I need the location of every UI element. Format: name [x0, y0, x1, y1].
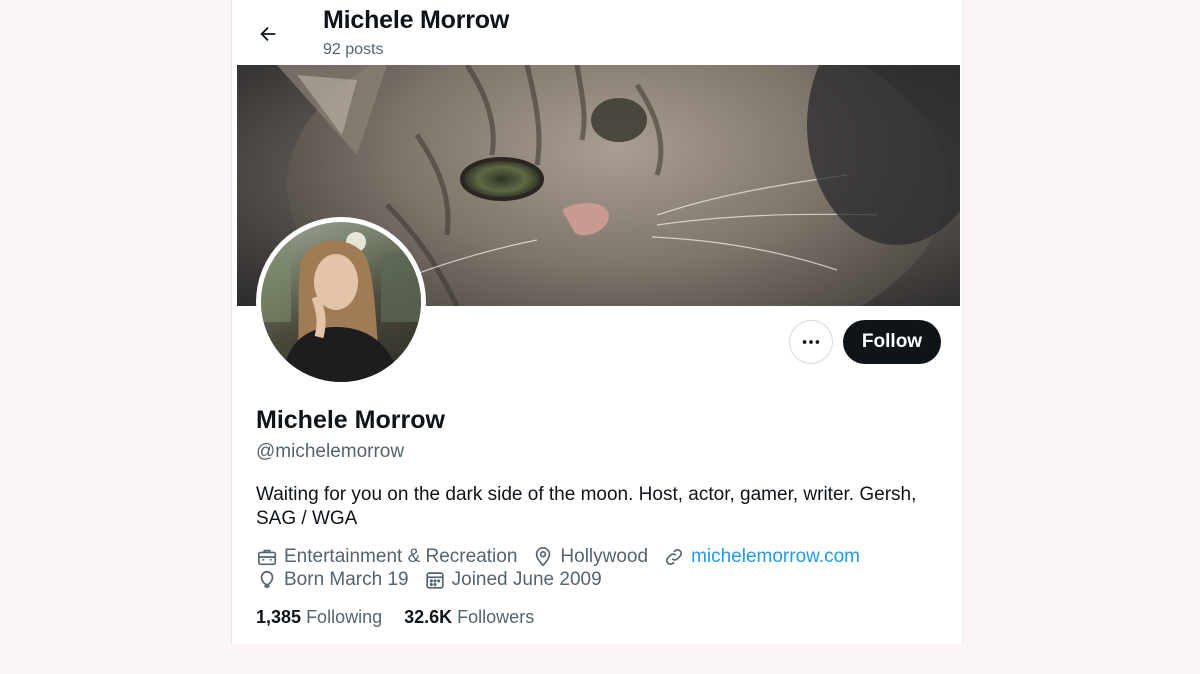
back-button[interactable]	[250, 16, 286, 52]
more-options-button[interactable]	[789, 320, 833, 364]
follow-button[interactable]: Follow	[843, 320, 941, 364]
link-icon	[666, 548, 683, 566]
followers-label: Followers	[457, 607, 535, 627]
birthday-text: Born March 19	[284, 569, 409, 590]
profile-panel: Michele Morrow 92 posts Follow Michele M…	[231, 0, 963, 644]
avatar-photo	[261, 222, 421, 382]
profile-meta-row-2: Born March 19 Joined June 2009	[256, 569, 617, 591]
profile-bio: Waiting for you on the dark side of the …	[256, 484, 917, 529]
calendar-icon	[426, 572, 444, 589]
website-link[interactable]: michelemorrow.com	[691, 546, 860, 568]
birthday-item: Born March 19	[256, 569, 409, 591]
header-title: Michele Morrow	[323, 6, 510, 34]
balloon-icon	[260, 570, 274, 589]
joined-text: Joined June 2009	[451, 569, 602, 590]
more-horizontal-icon	[802, 340, 820, 344]
location-text: Hollywood	[560, 546, 649, 567]
location-pin-icon	[536, 547, 551, 567]
category-text: Entertainment & Recreation	[284, 546, 518, 567]
followers-link[interactable]: 32.6K Followers	[404, 607, 534, 628]
display-name: Michele Morrow	[256, 406, 445, 434]
joined-item: Joined June 2009	[424, 569, 602, 591]
following-link[interactable]: 1,385 Following	[256, 607, 382, 628]
website-item[interactable]: michelemorrow.com	[663, 546, 860, 568]
profile-meta-row-1: Entertainment & Recreation Hollywood mic…	[256, 546, 875, 568]
arrow-left-icon	[260, 26, 276, 42]
posts-count: 92 posts	[323, 41, 384, 58]
briefcase-icon	[257, 549, 277, 566]
following-label: Following	[306, 607, 383, 627]
location-item: Hollywood	[532, 546, 648, 568]
profile-header: Michele Morrow 92 posts	[232, 0, 962, 64]
user-handle: @michelemorrow	[256, 441, 405, 462]
following-count: 1,385	[256, 607, 302, 627]
category-item: Entertainment & Recreation	[256, 546, 517, 568]
profile-avatar[interactable]	[256, 217, 426, 387]
follow-stats: 1,385 Following 32.6K Followers	[256, 607, 556, 628]
followers-count: 32.6K	[404, 607, 453, 627]
